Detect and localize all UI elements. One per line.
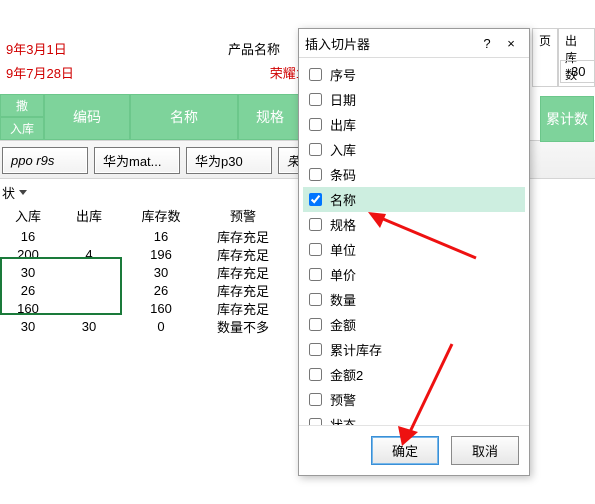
hdr-name: 名称 bbox=[130, 94, 238, 140]
slicer-checkbox[interactable] bbox=[309, 418, 322, 425]
slicer-checkbox[interactable] bbox=[309, 218, 322, 231]
col-stock: 库存数 bbox=[122, 206, 200, 225]
slicer-option-label: 出库 bbox=[330, 115, 356, 134]
cell-stock: 196 bbox=[122, 247, 200, 262]
slicer-option[interactable]: 单价 bbox=[303, 262, 525, 287]
slicer-option[interactable]: 条码 bbox=[303, 162, 525, 187]
slicer-checkbox[interactable] bbox=[309, 318, 322, 331]
slicer-checkbox[interactable] bbox=[309, 193, 322, 206]
slicer-option[interactable]: 名称 bbox=[303, 187, 525, 212]
slicer-checkbox[interactable] bbox=[309, 368, 322, 381]
cell-in: 26 bbox=[0, 283, 56, 298]
slicer-option-label: 日期 bbox=[330, 90, 356, 109]
slicer-option-label: 金额2 bbox=[330, 365, 363, 384]
cell-warn: 库存充足 bbox=[200, 245, 286, 264]
cell-out: 4 bbox=[56, 247, 122, 262]
cell-in: 16 bbox=[0, 229, 56, 244]
slicer-checkbox[interactable] bbox=[309, 243, 322, 256]
slicer-option[interactable]: 预警 bbox=[303, 387, 525, 412]
slicer-option[interactable]: 金额 bbox=[303, 312, 525, 337]
slicer-option[interactable]: 金额2 bbox=[303, 362, 525, 387]
slicer-option-label: 状态 bbox=[330, 415, 356, 425]
insert-slicer-dialog: 插入切片器 ? × 序号日期出库入库条码名称规格单位单价数量金额累计库存金额2 预… bbox=[298, 28, 530, 476]
slicer-option[interactable]: 入库 bbox=[303, 137, 525, 162]
cell-warn: 数量不多 bbox=[200, 317, 286, 336]
cell-stock: 30 bbox=[122, 265, 200, 280]
slicer-checkbox[interactable] bbox=[309, 68, 322, 81]
slicer-checkbox[interactable] bbox=[309, 293, 322, 306]
cell-stock: 26 bbox=[122, 283, 200, 298]
date-2: 9年7月28日 bbox=[4, 63, 214, 82]
slicer-field-list[interactable]: 序号日期出库入库条码名称规格单位单价数量金额累计库存金额2 预警状态 bbox=[299, 58, 529, 425]
filter-btn-3[interactable]: 华为p30 bbox=[186, 147, 272, 174]
col-in: 入库 bbox=[0, 206, 56, 225]
product-name-label: 产品名称 bbox=[214, 39, 294, 58]
cell-in: 200 bbox=[0, 247, 56, 262]
col-header-a: 页 bbox=[532, 28, 558, 87]
cell-stock: 0 bbox=[122, 319, 200, 334]
dialog-titlebar: 插入切片器 ? × bbox=[299, 29, 529, 58]
cell-in: 30 bbox=[0, 319, 56, 334]
cell-warn: 库存充足 bbox=[200, 281, 286, 300]
slicer-option-label: 名称 bbox=[330, 190, 356, 209]
slicer-checkbox[interactable] bbox=[309, 268, 322, 281]
cell-warn: 库存充足 bbox=[200, 263, 286, 282]
cell-warn: 库存充足 bbox=[200, 227, 286, 246]
slicer-option-label: 单位 bbox=[330, 240, 356, 259]
state-label: 状 bbox=[2, 183, 15, 202]
ok-button[interactable]: 确定 bbox=[371, 436, 439, 465]
slicer-checkbox[interactable] bbox=[309, 393, 322, 406]
dropdown-caret-icon[interactable] bbox=[19, 190, 27, 195]
hdr-right-total: 累计数 bbox=[540, 96, 594, 142]
slicer-option[interactable]: 出库 bbox=[303, 112, 525, 137]
slicer-option[interactable]: 日期 bbox=[303, 87, 525, 112]
slicer-option-label: 数量 bbox=[330, 290, 356, 309]
hdr-stack-bottom: 入库 bbox=[0, 117, 44, 140]
right-value: 30 bbox=[560, 60, 595, 83]
col-warn: 预警 bbox=[200, 206, 286, 225]
hdr-spec: 规格 bbox=[238, 94, 302, 140]
slicer-option-label: 单价 bbox=[330, 265, 356, 284]
col-out: 出库 bbox=[56, 206, 122, 225]
cell-out: 30 bbox=[56, 319, 122, 334]
cell-stock: 160 bbox=[122, 301, 200, 316]
cell-warn: 库存充足 bbox=[200, 299, 286, 318]
cell-in: 30 bbox=[0, 265, 56, 280]
slicer-checkbox[interactable] bbox=[309, 143, 322, 156]
dialog-close-button[interactable]: × bbox=[499, 33, 523, 53]
slicer-option-label: 预警 bbox=[330, 390, 356, 409]
slicer-checkbox[interactable] bbox=[309, 168, 322, 181]
slicer-option-label: 金额 bbox=[330, 315, 356, 334]
slicer-option-label: 序号 bbox=[330, 65, 356, 84]
slicer-option[interactable]: 序号 bbox=[303, 62, 525, 87]
hdr-stack-top: 撒 bbox=[0, 94, 44, 117]
slicer-checkbox[interactable] bbox=[309, 343, 322, 356]
slicer-option[interactable]: 累计库存 bbox=[303, 337, 525, 362]
slicer-option[interactable]: 规格 bbox=[303, 212, 525, 237]
slicer-option[interactable]: 状态 bbox=[303, 412, 525, 425]
filter-btn-1[interactable]: ppo r9s bbox=[2, 147, 88, 174]
cell-in: 160 bbox=[0, 301, 56, 316]
cell-stock: 16 bbox=[122, 229, 200, 244]
slicer-option-label: 条码 bbox=[330, 165, 356, 184]
slicer-option-label: 规格 bbox=[330, 215, 356, 234]
dialog-title: 插入切片器 bbox=[305, 34, 475, 53]
dialog-help-button[interactable]: ? bbox=[475, 33, 499, 53]
date-1: 9年3月1日 bbox=[4, 39, 214, 58]
cancel-button[interactable]: 取消 bbox=[451, 436, 519, 465]
slicer-option-label: 累计库存 bbox=[330, 340, 382, 359]
hdr-code: 编码 bbox=[44, 94, 130, 140]
slicer-option-label: 入库 bbox=[330, 140, 356, 159]
filter-btn-2[interactable]: 华为mat... bbox=[94, 147, 180, 174]
slicer-checkbox[interactable] bbox=[309, 118, 322, 131]
slicer-checkbox[interactable] bbox=[309, 93, 322, 106]
slicer-option[interactable]: 单位 bbox=[303, 237, 525, 262]
slicer-option[interactable]: 数量 bbox=[303, 287, 525, 312]
